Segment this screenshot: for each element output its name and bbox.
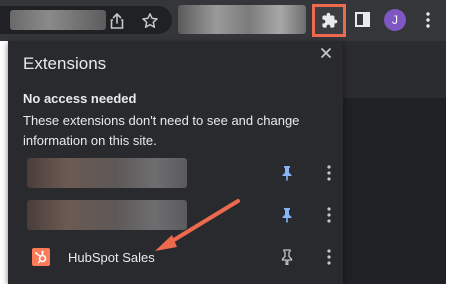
pin-icon[interactable]: [280, 165, 294, 181]
pin-icon[interactable]: [280, 249, 294, 265]
pin-icon[interactable]: [280, 207, 294, 223]
extension-name-blurred: [27, 158, 187, 188]
url-text-blurred: [10, 10, 106, 30]
browser-toolbar: J: [0, 0, 446, 41]
page-header-strip: [343, 41, 446, 98]
star-icon[interactable]: [141, 12, 159, 30]
extension-name: HubSpot Sales: [68, 250, 155, 265]
extension-row[interactable]: [16, 158, 343, 188]
more-options-icon[interactable]: [326, 165, 332, 181]
close-icon[interactable]: [319, 46, 333, 60]
section-heading: No access needed: [23, 91, 137, 106]
extensions-button[interactable]: [312, 4, 346, 37]
annotation-arrow: [155, 199, 240, 251]
browser-window: J Extensions No access needed These exte…: [0, 0, 450, 284]
side-panel-icon[interactable]: [355, 12, 370, 27]
menu-title: Extensions: [23, 54, 107, 73]
section-description: These extensions don't need to see and c…: [23, 113, 300, 148]
share-icon[interactable]: [108, 12, 126, 30]
more-options-icon[interactable]: [326, 249, 332, 265]
pinned-extensions-blurred: [178, 5, 306, 34]
hubspot-logo-icon: [32, 248, 50, 266]
more-vert-icon[interactable]: [425, 12, 431, 28]
profile-avatar[interactable]: J: [384, 9, 406, 31]
more-options-icon[interactable]: [326, 207, 332, 223]
address-bar[interactable]: [0, 6, 172, 34]
puzzle-icon: [322, 12, 338, 28]
